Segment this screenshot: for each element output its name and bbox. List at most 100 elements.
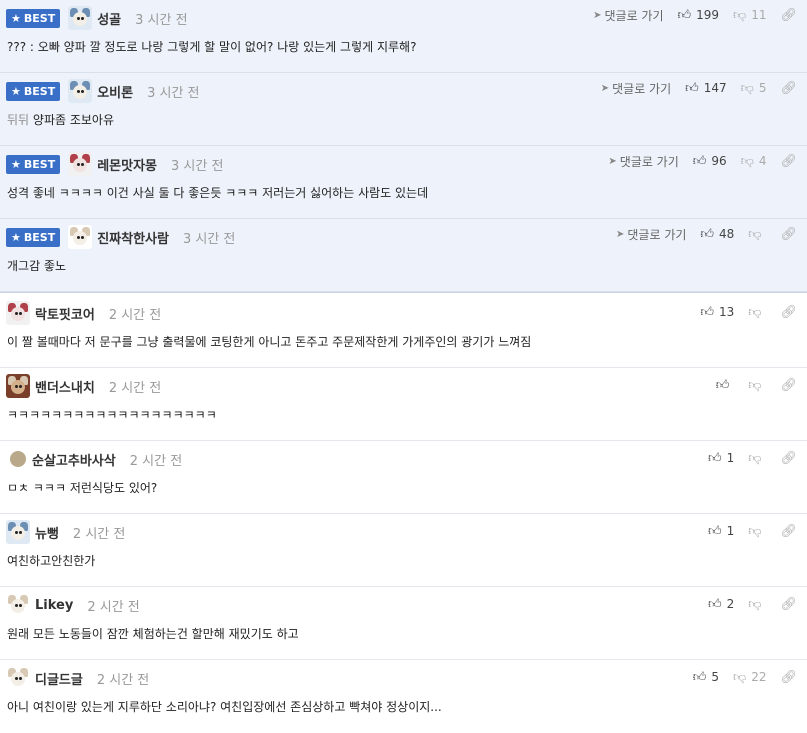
comment: 뉴뻥 2 시간 전 👍︎ 1 👎︎ 🔗︎ 여친하고안친한가	[0, 514, 807, 587]
thumbs-up-icon: 👍︎	[692, 153, 707, 169]
nickname[interactable]: 진짜착한사람	[97, 228, 169, 247]
link-icon[interactable]: 🔗︎	[780, 8, 797, 23]
nickname[interactable]: 순살고추바사삭	[32, 450, 116, 469]
thumbs-up-icon: 👍︎	[708, 450, 722, 466]
dislike-button[interactable]: 👎︎	[748, 378, 766, 393]
like-button[interactable]: 👍︎ 199	[678, 8, 720, 23]
like-button[interactable]: 👍︎ 96	[693, 154, 727, 169]
dislike-button[interactable]: 👎︎	[748, 227, 766, 242]
thumbs-up-icon: 👍︎	[715, 377, 730, 393]
like-button[interactable]: 👍︎	[716, 378, 735, 393]
comment-header: ★ BEST 진짜착한사람 3 시간 전	[6, 225, 235, 249]
nickname[interactable]: 밴더스내치	[35, 377, 95, 396]
dislike-button[interactable]: 👎︎ 22	[733, 670, 766, 685]
like-count: 48	[719, 227, 735, 241]
avatar[interactable]	[68, 225, 93, 249]
go-to-reply-link[interactable]: ➤ 댓글로 가기	[601, 80, 671, 97]
nickname[interactable]: Likey	[35, 598, 73, 613]
go-to-reply-link[interactable]: ➤ 댓글로 가기	[608, 153, 678, 170]
timestamp: 3 시간 전	[135, 12, 188, 28]
like-count: 2	[726, 597, 735, 611]
like-button[interactable]: 👍︎ 1	[708, 451, 734, 466]
nickname[interactable]: 락토핏코어	[35, 304, 95, 323]
comment-text-main: 양파좀 조보아유	[29, 113, 115, 127]
thumbs-up-icon: 👍︎	[685, 80, 699, 96]
comment-header: Likey 2 시간 전	[6, 593, 140, 617]
comment-text: 이 짤 볼때마다 저 문구를 그냥 출력물에 코팅한게 아니고 돈주고 주문제작…	[7, 335, 532, 349]
avatar[interactable]	[6, 666, 30, 690]
best-badge: ★ BEST	[6, 8, 61, 28]
go-to-reply-link[interactable]: ➤ 댓글로 가기	[616, 226, 686, 243]
dislike-button[interactable]: 👎︎	[748, 305, 766, 320]
best-badge: ★ BEST	[6, 81, 61, 101]
nickname[interactable]: 디글드글	[35, 669, 83, 688]
like-button[interactable]: 👍︎ 147	[685, 81, 727, 96]
dislike-button[interactable]: 👎︎ 5	[741, 81, 767, 96]
link-icon[interactable]: 🔗︎	[780, 305, 797, 320]
avatar[interactable]	[10, 451, 26, 467]
like-button[interactable]: 👍︎ 48	[700, 227, 734, 242]
comment-header: ★ BEST 레몬맛자몽 3 시간 전	[6, 152, 223, 176]
thumbs-up-icon: 👍︎	[677, 7, 692, 23]
link-icon[interactable]: 🔗︎	[780, 81, 797, 96]
avatar[interactable]	[6, 593, 30, 617]
like-button[interactable]: 👍︎ 5	[693, 670, 719, 685]
comment-actions: 👍︎ 2 👎︎ 🔗︎	[708, 595, 797, 613]
link-icon[interactable]: 🔗︎	[780, 451, 797, 466]
comment: 순살고추바사삭 2 시간 전 👍︎ 1 👎︎ 🔗︎ ㅁㅊ ㅋㅋㅋ 저런식당도 있어…	[0, 441, 807, 514]
quoted-prefix: 뒤뒤	[7, 113, 30, 127]
dislike-button[interactable]: 👎︎	[748, 597, 766, 612]
avatar[interactable]	[6, 520, 30, 544]
comment-actions: ➤ 댓글로 가기 👍︎ 199 👎︎ 11 🔗︎	[593, 6, 797, 24]
link-icon[interactable]: 🔗︎	[780, 227, 797, 242]
nickname[interactable]: 오비론	[97, 82, 133, 101]
avatar[interactable]	[68, 152, 93, 176]
star-icon: ★	[11, 84, 21, 98]
avatar[interactable]	[6, 374, 30, 398]
comment-header: 락토핏코어 2 시간 전	[6, 301, 161, 325]
avatar[interactable]	[68, 79, 93, 103]
comment-text: 개그감 좋노	[7, 259, 67, 273]
comment-text: ??? : 오빠 양파 깔 정도로 나랑 그렇게 할 말이 없어? 나랑 있는게…	[7, 40, 417, 54]
best-badge: ★ BEST	[6, 154, 61, 174]
go-to-reply-link[interactable]: ➤ 댓글로 가기	[593, 7, 663, 24]
nickname[interactable]: 성골	[97, 9, 121, 28]
send-arrow-icon: ➤	[593, 9, 602, 21]
comment-actions: 👍︎ 13 👎︎ 🔗︎	[700, 303, 797, 321]
like-count: 1	[726, 451, 735, 465]
link-icon[interactable]: 🔗︎	[780, 524, 797, 539]
dislike-button[interactable]: 👎︎	[748, 524, 766, 539]
comment-list: ★ BEST 성골 3 시간 전 ➤ 댓글로 가기 👍︎ 199 👎︎ 11 🔗︎ ??…	[0, 0, 807, 733]
reply-label: 댓글로 가기	[619, 154, 679, 169]
avatar[interactable]	[6, 301, 30, 325]
thumbs-down-icon: 👎︎	[733, 7, 747, 23]
like-button[interactable]: 👍︎ 1	[708, 524, 734, 539]
thumbs-down-icon: 👎︎	[748, 377, 762, 393]
link-icon[interactable]: 🔗︎	[780, 670, 797, 685]
nickname[interactable]: 레몬맛자몽	[97, 155, 157, 174]
comment: Likey 2 시간 전 👍︎ 2 👎︎ 🔗︎ 원래 모든 노동들이 잠깐 체험하…	[0, 587, 807, 660]
thumbs-up-icon: 👍︎	[692, 669, 707, 685]
dislike-button[interactable]: 👎︎ 4	[741, 154, 767, 169]
comment-text: 여친하고안친한가	[7, 554, 96, 568]
dislike-button[interactable]: 👎︎ 11	[733, 8, 766, 23]
dislike-button[interactable]: 👎︎	[748, 451, 766, 466]
comment: 밴더스내치 2 시간 전 👍︎ 👎︎ 🔗︎ ㅋㅋㅋㅋㅋㅋㅋㅋㅋㅋㅋㅋㅋㅋㅋㅋㅋㅋ…	[0, 368, 807, 441]
nickname[interactable]: 뉴뻥	[35, 523, 59, 542]
link-icon[interactable]: 🔗︎	[780, 154, 797, 169]
dislike-count: 4	[758, 154, 767, 168]
link-icon[interactable]: 🔗︎	[780, 378, 797, 393]
avatar[interactable]	[68, 6, 93, 30]
comment-text: ㅋㅋㅋㅋㅋㅋㅋㅋㅋㅋㅋㅋㅋㅋㅋㅋㅋㅋㅋ	[7, 408, 217, 422]
comment-header: 순살고추바사삭 2 시간 전	[6, 447, 182, 471]
best-comment: ★ BEST 오비론 3 시간 전 ➤ 댓글로 가기 👍︎ 147 👎︎ 5 🔗︎ 뒤뒤…	[0, 73, 807, 146]
comment-actions: 👍︎ 1 👎︎ 🔗︎	[708, 522, 797, 540]
comment-actions: 👍︎ 1 👎︎ 🔗︎	[708, 449, 797, 467]
timestamp: 3 시간 전	[147, 85, 200, 101]
comment-actions: ➤ 댓글로 가기 👍︎ 96 👎︎ 4 🔗︎	[608, 152, 797, 170]
thumbs-down-icon: 👎︎	[748, 523, 762, 539]
link-icon[interactable]: 🔗︎	[780, 597, 797, 612]
comment-actions: ➤ 댓글로 가기 👍︎ 48 👎︎ 🔗︎	[616, 225, 797, 243]
like-button[interactable]: 👍︎ 13	[700, 305, 734, 320]
like-button[interactable]: 👍︎ 2	[708, 597, 734, 612]
